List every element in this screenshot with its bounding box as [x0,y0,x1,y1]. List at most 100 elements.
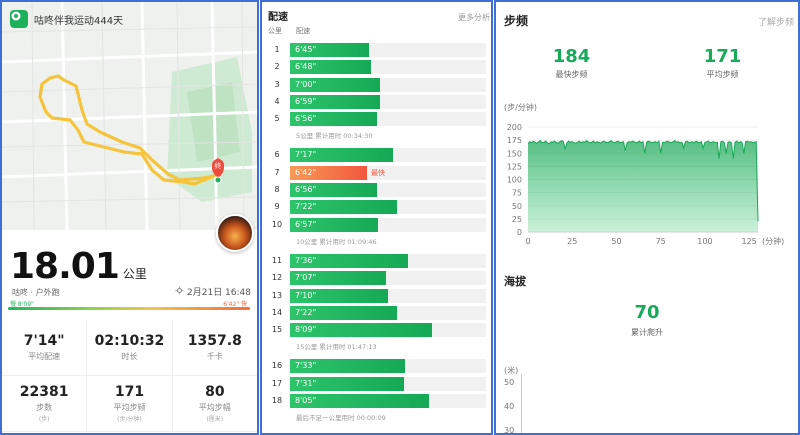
learn-cadence-link[interactable]: 了解步频 [758,15,794,28]
pace-value: 6'56" [295,185,317,195]
altitude-title: 海拔 [504,275,526,288]
pace-km: 7 [274,167,280,177]
altitude-tick: 40 [504,402,515,411]
pace-bar: 6'48" [290,60,371,75]
x-tick-label: 125 [742,237,757,246]
pace-km: 11 [271,255,283,265]
pace-track: 8'09" [290,323,486,338]
pace-km: 5 [274,114,280,124]
pace-km: 17 [271,378,283,388]
climb-value: 70 [634,302,660,323]
pace-splits-panel: 配速 更多分析 公里 配速 1 6'45" 2 6'48" 3 7'00" 4 6'59" 5 6… [260,0,493,435]
pace-track: 6'57" [290,217,486,232]
pace-bar: 6'56" [290,112,377,127]
pace-km: 15 [271,325,283,335]
x-tick-label: 25 [567,237,577,246]
pace-km: 1 [274,45,280,54]
pace-km: 18 [271,396,283,406]
y-tick-label: 175 [507,136,522,145]
pace-value: 7'33" [295,361,317,371]
split-summary: 最后不足一公里用时 00:00:09 [296,414,386,423]
pace-value: 7'17" [295,150,317,160]
pace-track: 7'33" [290,359,486,374]
x-tick-label: 0 [525,237,530,246]
distance-value: 18.01 [10,246,120,287]
stat-label: 千卡 [206,352,223,361]
altitude-unit: (米) [504,366,519,375]
max-cadence-value: 184 [552,46,591,67]
pace-row: 16 7'33" [262,358,491,375]
pace-bar-fastest: 6'42" [290,165,367,180]
pace-bar: 7'33" [290,359,405,374]
pace-value: 7'10" [295,290,317,300]
stats-grid: 7'14" 平均配速 02:10:32 时长 1357.8 千卡 22381 步… [2,320,257,432]
pace-row: 15 8'09" [262,322,491,339]
stat-value: 7'14" [23,333,65,349]
pace-value: 6'57" [295,219,317,229]
date-time-text: 2月21日 16:48 [187,288,251,298]
pace-row: 4 6'59" [262,94,491,111]
stat-calories: 1357.8 千卡 [173,320,257,375]
y-tick-label: 25 [512,215,522,224]
pace-value: 7'36" [295,255,317,265]
pace-track: 7'10" [290,288,486,303]
pace-km: 3 [274,79,280,89]
activity-type: 咕咚 · 户外跑 [12,288,60,297]
codoon-logo-icon [10,10,28,28]
pace-bar: 7'07" [290,271,386,286]
pace-value: 6'59" [295,96,317,106]
date-time: 2月21日 16:48 [175,285,251,298]
more-analysis-link[interactable]: 更多分析 [458,12,490,23]
pace-value: 6'56" [295,114,317,124]
y-tick-label: 200 [507,123,522,132]
pace-gradient-bar [8,307,250,310]
split-gap [262,426,491,429]
avg-cadence-label: 平均步频 [706,70,739,79]
stat-value: 1357.8 [187,333,242,349]
pace-km: 4 [274,96,280,106]
pace-km: 10 [271,219,283,229]
stat-label: 平均步频 [113,403,146,412]
x-tick-label: 100 [697,237,712,246]
distance-display: 18.01 公里 [10,246,147,287]
climb-label: 累计爬升 [631,328,663,337]
pace-bar: 7'22" [290,305,397,320]
pace-row: 6 7'17" [262,147,491,164]
pace-bar: 6'57" [290,217,378,232]
cadence-header: 步频 了解步频 [504,12,794,29]
pace-km: 2 [274,62,280,72]
pace-value: 6'42" [295,167,317,177]
pace-bar: 7'17" [290,148,393,163]
split-summary: 10公里 累计用时 01:09:46 [296,237,377,246]
stat-unit: (步/分钟) [117,416,142,423]
stat-value: 22381 [19,384,69,400]
pace-column-headers: 公里 配速 [268,26,310,36]
weather-sun-icon [175,285,184,298]
altitude-axis [521,374,522,433]
pace-km: 14 [271,307,283,317]
pace-track: 7'17" [290,148,486,163]
distance-unit: 公里 [122,267,147,281]
pace-value: 8'09" [295,325,317,335]
pace-value: 7'00" [295,79,317,89]
max-cadence: 184 最快步频 [496,46,647,80]
pace-row: 2 6'48" [262,59,491,76]
pace-km: 6 [274,150,280,160]
stat-unit: (步) [38,416,50,423]
pace-track: 6'42" 最快 [290,165,486,180]
pace-bar: 8'09" [290,323,432,338]
pace-list: 1 6'45" 2 6'48" 3 7'00" 4 6'59" 5 6'56" 5公里 累计用时 0… [262,42,491,429]
stat-label: 时长 [121,352,138,361]
altitude-tick: 50 [504,378,515,387]
pace-row: 13 7'10" [262,288,491,305]
split-summary: 15公里 累计用时 01:47:13 [296,343,377,352]
pace-km: 13 [271,290,283,300]
route-map[interactable]: 终 咕咚伴我运动444天 [2,2,257,230]
stat-steps: 22381 步数 (步) [2,376,88,431]
pace-row: 1 6'45" [262,42,491,59]
avg-cadence: 171 平均步频 [647,46,798,80]
pace-bar: 6'59" [290,94,380,109]
svg-text:终: 终 [215,161,222,170]
pace-row: 17 7'31" [262,376,491,393]
avatar[interactable] [216,214,254,252]
